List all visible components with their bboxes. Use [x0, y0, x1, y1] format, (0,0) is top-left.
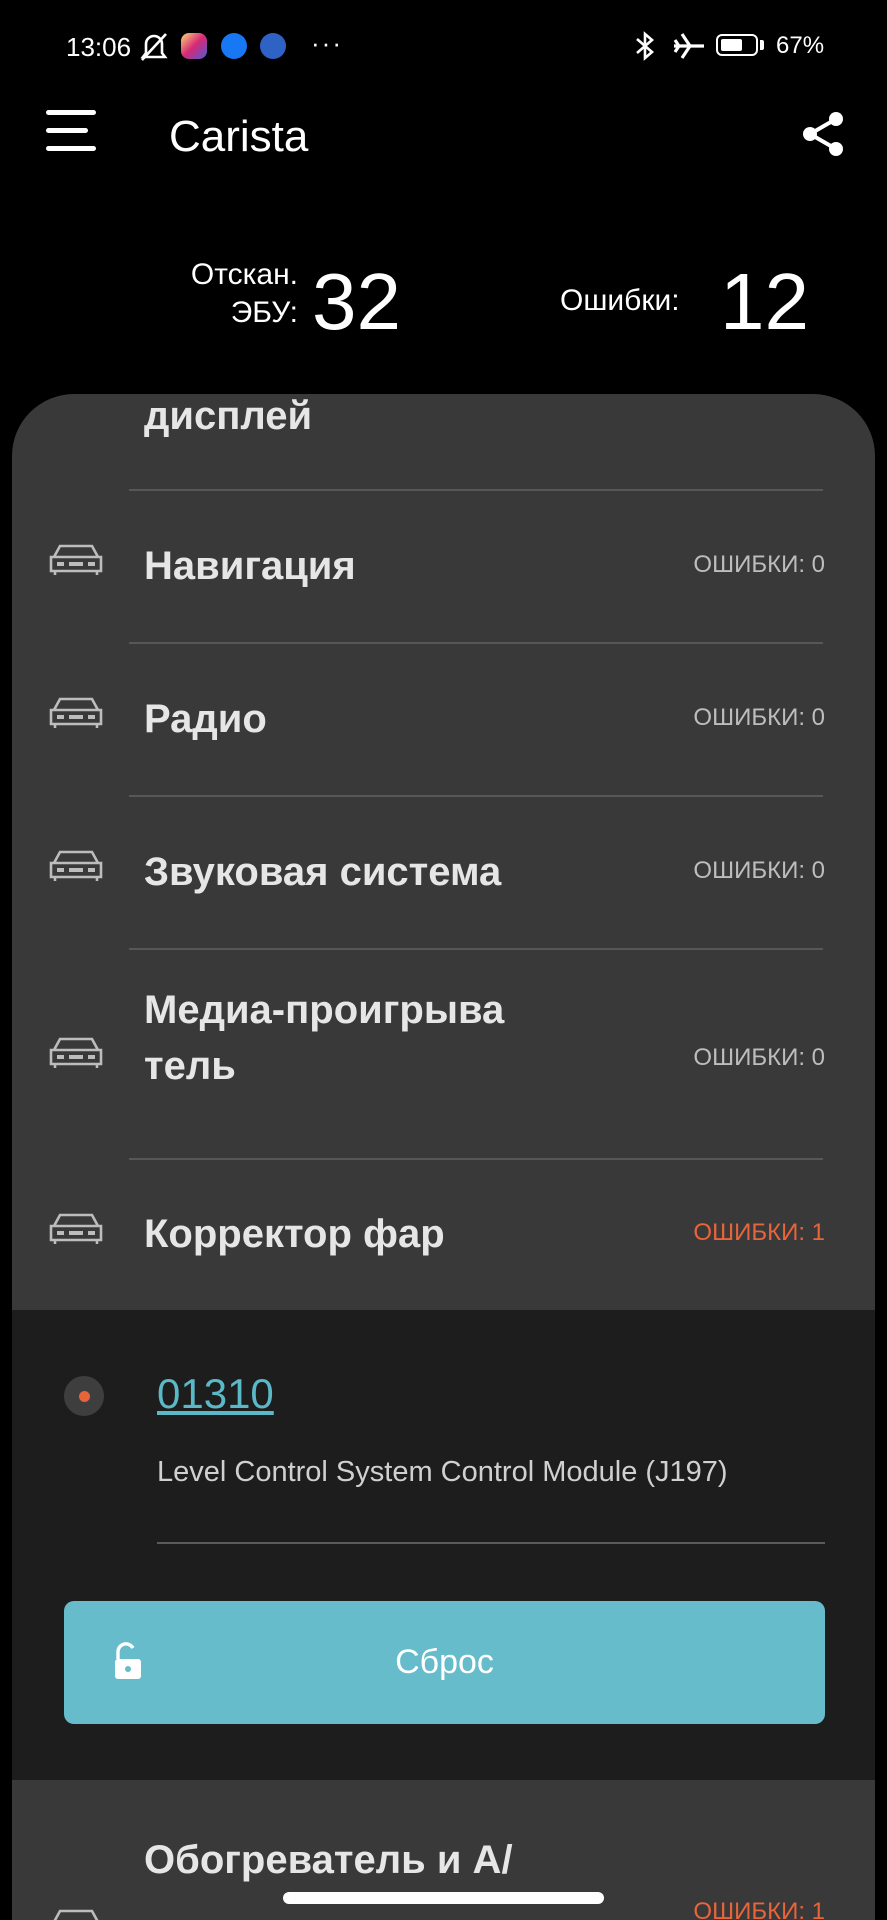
- car-icon: [49, 544, 103, 575]
- list-item-media-player[interactable]: Медиа-проигрыва тель ОШИБКИ: 0: [12, 950, 875, 1158]
- status-bar: 13:06 ··· 67%: [0, 28, 887, 68]
- list-item-sound-system[interactable]: Звуковая система ОШИБКИ: 0: [12, 797, 875, 948]
- errors-total-count: 12: [720, 257, 809, 346]
- ecu-list-panel: дисплей Навигация ОШИБКИ: 0 Радио ОШИБКИ…: [12, 394, 875, 1920]
- battery-icon: [716, 34, 758, 56]
- battery-percent: 67%: [776, 32, 825, 59]
- list-item-label: Медиа-проигрыва тель: [144, 988, 505, 1088]
- car-icon: [49, 697, 103, 728]
- app-notification-icon: [260, 33, 286, 59]
- airplane-icon: [673, 33, 704, 59]
- hamburger-menu-icon[interactable]: [46, 110, 98, 156]
- list-item-label: Корректор фар: [144, 1212, 445, 1256]
- list-item-errors: ОШИБКИ: 1: [693, 1898, 825, 1920]
- divider: [157, 1542, 825, 1544]
- car-icon: [49, 850, 103, 881]
- errors-total-label: Ошибки:: [560, 284, 680, 317]
- error-details: 01310 Level Control System Control Modul…: [12, 1310, 875, 1780]
- reset-button-label: Сброс: [395, 1643, 494, 1681]
- car-icon: [49, 1213, 103, 1244]
- instagram-icon: [181, 33, 207, 59]
- list-item-errors: ОШИБКИ: 0: [693, 857, 825, 884]
- list-item-label: Радио: [144, 697, 267, 741]
- app-title: Carista: [169, 112, 309, 161]
- list-item-errors: ОШИБКИ: 0: [693, 551, 825, 578]
- list-item-errors: ОШИБКИ: 0: [693, 704, 825, 731]
- bluetooth-icon: [636, 31, 654, 61]
- error-indicator-icon: [64, 1376, 104, 1416]
- battery-tip: [760, 40, 764, 50]
- list-item-label: Звуковая система: [144, 850, 502, 894]
- facebook-icon: [221, 33, 247, 59]
- error-code-link[interactable]: 01310: [157, 1370, 274, 1418]
- scanned-ecu-label: Отскан. ЭБУ:: [190, 258, 298, 329]
- share-icon[interactable]: [800, 110, 846, 158]
- list-item-radio[interactable]: Радио ОШИБКИ: 0: [12, 644, 875, 795]
- list-item-headlight-leveling[interactable]: Корректор фар ОШИБКИ: 1: [12, 1160, 875, 1310]
- mute-bell-icon: [140, 33, 168, 61]
- error-description: Level Control System Control Module (J19…: [157, 1456, 728, 1488]
- list-item-label: Обогреватель и A/: [144, 1838, 513, 1882]
- list-item-partial-label: дисплей: [144, 394, 313, 438]
- list-item-navigation[interactable]: Навигация ОШИБКИ: 0: [12, 491, 875, 642]
- car-icon: [49, 1037, 103, 1068]
- list-item-errors: ОШИБКИ: 1: [693, 1219, 825, 1246]
- scanned-ecu-count: 32: [312, 257, 401, 346]
- list-item-heater-ac[interactable]: Обогреватель и A/ ОШИБКИ: 1: [12, 1826, 875, 1920]
- home-indicator[interactable]: [283, 1892, 604, 1904]
- reset-button[interactable]: Сброс: [64, 1601, 825, 1724]
- status-time: 13:06: [66, 32, 132, 62]
- more-notifications-icon: ···: [311, 28, 343, 58]
- car-icon: [53, 1909, 99, 1920]
- list-item-errors: ОШИБКИ: 0: [693, 1044, 825, 1071]
- list-item-label: Навигация: [144, 544, 356, 588]
